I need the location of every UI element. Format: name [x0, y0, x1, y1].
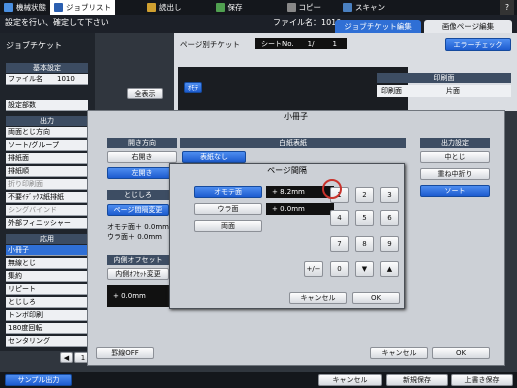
booklet-cancel-button[interactable]: キャンセル: [370, 347, 428, 359]
key-7[interactable]: 7: [330, 236, 349, 252]
copy-icon: [286, 3, 296, 12]
help-button[interactable]: ?: [500, 0, 514, 15]
center-staple-button[interactable]: 中とじ: [420, 151, 490, 163]
print-side-header: 印刷面: [377, 73, 511, 83]
apply-item[interactable]: 180度回転: [6, 323, 88, 334]
back-gap-value: + 0.0mm: [266, 203, 334, 215]
basic-settings-header: 基本設定: [6, 63, 88, 73]
page-gap-change-button[interactable]: ページ間隔変更: [107, 204, 169, 216]
line-off-button[interactable]: 罫線OFF: [96, 347, 154, 359]
apply-item-selected[interactable]: 小冊子: [6, 245, 88, 256]
overwrite-save-button[interactable]: 上書き保存: [451, 374, 513, 386]
tab-copy[interactable]: コピー: [283, 0, 326, 15]
apply-item[interactable]: 無線とじ: [6, 258, 88, 269]
front-margin-display: オモテ面＋ 0.0mm: [107, 223, 170, 231]
job-ticket-title: ジョブチケット: [6, 41, 62, 50]
key-4[interactable]: 4: [330, 210, 349, 226]
new-save-button[interactable]: 新規保存: [386, 374, 448, 386]
inner-offset-value: + 0.0mm: [107, 285, 169, 307]
cancel-button[interactable]: キャンセル: [318, 374, 382, 386]
filename-display: ファイル名：1010: [273, 18, 342, 27]
tab-image-page-edit[interactable]: 画像ページ編集: [424, 20, 512, 33]
apply-item[interactable]: とじしろ: [6, 297, 88, 308]
apply-item[interactable]: センタリング: [6, 336, 88, 347]
blank-cover-header: 白紙表紙: [180, 138, 406, 148]
apply-item[interactable]: トンボ印刷: [6, 310, 88, 321]
status-message: 設定を行い、確定して下さい: [5, 18, 109, 27]
page-preview: [178, 67, 408, 110]
output-item[interactable]: 排紙面: [6, 153, 88, 164]
front-side-button[interactable]: オモテ面: [194, 186, 262, 198]
top-menu-bar: 機械状態 ジョブリスト 読出し 保存 コピー スキャン ?: [0, 0, 517, 15]
plus-minus-key[interactable]: +/−: [304, 261, 323, 277]
output-item[interactable]: シングバインド: [6, 205, 88, 216]
page-gap-cancel-button[interactable]: キャンセル: [289, 292, 347, 304]
sheet-number-field[interactable]: シートNo. 1/1: [255, 38, 347, 49]
binding-margin-header: とじしろ: [107, 190, 169, 200]
open-direction-header: 開き方向: [107, 138, 177, 148]
no-cover-button[interactable]: 表紙なし: [182, 151, 246, 163]
key-8[interactable]: 8: [355, 236, 374, 252]
save-icon: [215, 3, 225, 12]
copies-row[interactable]: 設定部数: [6, 100, 88, 111]
output-item[interactable]: 排紙順: [6, 166, 88, 177]
tab-machine-status[interactable]: 機械状態: [0, 0, 50, 15]
scan-icon: [343, 3, 352, 12]
apply-item[interactable]: リピート: [6, 284, 88, 295]
output-item[interactable]: ソート/グループ: [6, 140, 88, 151]
key-0[interactable]: 0: [330, 261, 349, 277]
machine-icon: [4, 3, 13, 12]
left-open-button[interactable]: 左開き: [107, 167, 177, 179]
both-sides-button[interactable]: 両面: [194, 220, 262, 232]
show-all-button[interactable]: 全表示: [127, 88, 163, 99]
back-side-button[interactable]: ウラ面: [194, 203, 262, 215]
output-settings-header: 出力設定: [420, 138, 490, 148]
output-item[interactable]: 両面とじ方向: [6, 127, 88, 138]
error-check-button[interactable]: エラーチェック: [445, 38, 511, 51]
inner-offset-change-button[interactable]: 内側ｵﾌｾｯﾄ変更: [107, 268, 169, 280]
page-gap-dialog-title: ページ間隔: [267, 165, 307, 175]
list-icon: [54, 3, 63, 12]
inner-offset-header: 内側オフセット: [107, 255, 169, 265]
folder-icon: [147, 3, 156, 12]
apply-item[interactable]: 集約: [6, 271, 88, 282]
page-ticket-title: ページ別チケット: [180, 40, 240, 49]
key-3[interactable]: 3: [380, 187, 399, 203]
page-gap-ok-button[interactable]: OK: [352, 292, 400, 304]
right-open-button[interactable]: 右開き: [107, 151, 177, 163]
down-arrow-key[interactable]: ▼: [355, 261, 374, 277]
sample-output-button[interactable]: サンプル出力: [5, 374, 72, 386]
apply-header: 応用: [6, 234, 88, 244]
stack-fold-button[interactable]: 重ね中折り: [420, 168, 490, 180]
filename-row: ファイル名 1010: [6, 74, 88, 85]
tab-job-list[interactable]: ジョブリスト: [50, 0, 115, 15]
page-prev-button[interactable]: ◀: [60, 352, 73, 363]
output-header: 出力: [6, 116, 88, 126]
touch-cursor-icon: [322, 179, 342, 199]
output-item[interactable]: 折り印刷面: [6, 179, 88, 190]
tab-save[interactable]: 保存: [212, 0, 247, 15]
up-arrow-key[interactable]: ▲: [380, 261, 399, 277]
booklet-dialog-title: 小冊子: [284, 111, 308, 121]
tab-job-ticket-edit[interactable]: ジョブチケット編集: [335, 20, 421, 33]
back-margin-display: ウラ面＋ 0.0mm: [107, 233, 163, 241]
key-6[interactable]: 6: [380, 210, 399, 226]
key-5[interactable]: 5: [355, 210, 374, 226]
output-item[interactable]: 外部フィニッシャー: [6, 218, 88, 229]
print-side-row[interactable]: 印刷面 片面: [377, 85, 511, 97]
tab-read[interactable]: 読出し: [143, 0, 186, 15]
sort-button[interactable]: ソート: [420, 185, 490, 197]
key-2[interactable]: 2: [355, 187, 374, 203]
omote-button[interactable]: ｵﾓﾃ: [184, 82, 202, 93]
tab-scan[interactable]: スキャン: [339, 0, 389, 15]
key-9[interactable]: 9: [380, 236, 399, 252]
booklet-ok-button[interactable]: OK: [432, 347, 490, 359]
output-item[interactable]: 不要ｲﾃﾞｯｸｽ紙排紙: [6, 192, 88, 203]
